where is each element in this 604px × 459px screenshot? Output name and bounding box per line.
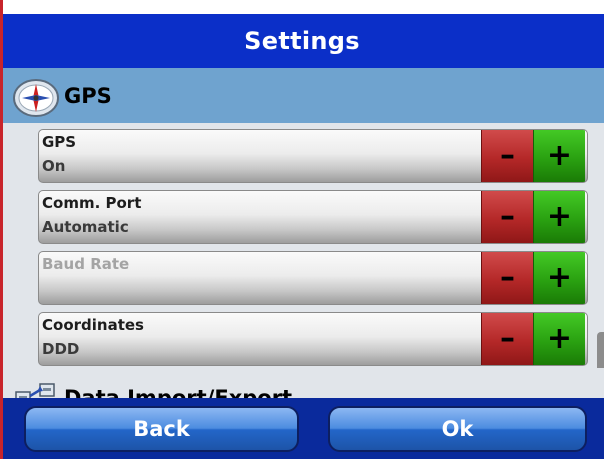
setting-value: DDD	[42, 340, 80, 358]
minus-icon: –	[500, 199, 515, 234]
decrease-button[interactable]: –	[481, 252, 533, 304]
setting-row-baud-rate[interactable]: Baud Rate – +	[38, 251, 588, 305]
plus-icon: +	[546, 321, 573, 356]
setting-row-comm-port[interactable]: Comm. Port Automatic – +	[38, 190, 588, 244]
increase-button[interactable]: +	[533, 252, 585, 304]
plus-icon: +	[546, 260, 573, 295]
compass-icon	[13, 78, 59, 117]
page-title: Settings	[244, 27, 360, 55]
section-header-gps[interactable]: GPS	[0, 68, 604, 123]
settings-list: GPS On – + Comm. Port Automatic – + Baud…	[0, 123, 604, 398]
setting-label: Comm. Port	[42, 194, 142, 212]
setting-label: GPS	[42, 133, 77, 151]
minus-icon: –	[500, 138, 515, 173]
setting-label: Coordinates	[42, 316, 144, 334]
ok-button[interactable]: Ok	[328, 406, 587, 452]
title-bar: Settings	[0, 14, 604, 68]
setting-value: Automatic	[42, 218, 129, 236]
setting-label: Baud Rate	[42, 255, 130, 273]
increase-button[interactable]: +	[533, 130, 585, 182]
setting-row-coordinates[interactable]: Coordinates DDD – +	[38, 312, 588, 366]
plus-icon: +	[546, 199, 573, 234]
left-edge-accent	[0, 0, 3, 459]
minus-icon: –	[500, 260, 515, 295]
top-strip	[0, 0, 604, 14]
decrease-button[interactable]: –	[481, 313, 533, 365]
decrease-button[interactable]: –	[481, 191, 533, 243]
increase-button[interactable]: +	[533, 191, 585, 243]
plus-icon: +	[546, 138, 573, 173]
increase-button[interactable]: +	[533, 313, 585, 365]
back-button[interactable]: Back	[24, 406, 299, 452]
section-title-gps: GPS	[64, 83, 112, 108]
footer-bar: Back Ok	[0, 398, 604, 459]
setting-value: On	[42, 157, 66, 175]
decrease-button[interactable]: –	[481, 130, 533, 182]
settings-screen: Settings GPS GPS On – + Comm. Port Autom…	[0, 0, 604, 459]
setting-row-gps[interactable]: GPS On – +	[38, 129, 588, 183]
minus-icon: –	[500, 321, 515, 356]
